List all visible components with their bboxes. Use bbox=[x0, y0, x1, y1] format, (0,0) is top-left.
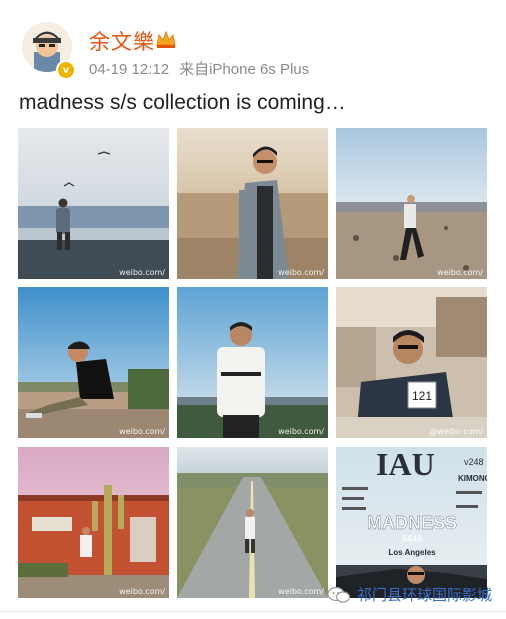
verified-badge-icon: v bbox=[56, 60, 76, 80]
photo-tile-1[interactable]: weibo.com/ bbox=[18, 128, 169, 279]
photo-watermark: weibo.com/ bbox=[119, 427, 165, 436]
photo-tile-4[interactable]: weibo.com/ bbox=[18, 287, 169, 438]
photo-tile-5[interactable]: weibo.com/ bbox=[177, 287, 328, 438]
table-number: 121 bbox=[412, 389, 432, 403]
photo-tile-8[interactable]: weibo.com/ bbox=[177, 447, 328, 598]
post-meta: 04-19 12:12 来自iPhone 6s Plus bbox=[89, 58, 309, 79]
photo-tile-2[interactable]: weibo.com/ bbox=[177, 128, 328, 279]
magazine-city: Los Angeles bbox=[388, 548, 436, 557]
divider bbox=[0, 611, 506, 612]
photo-watermark: weibo.com/ bbox=[278, 587, 324, 596]
magazine-issue: v248 bbox=[464, 457, 484, 467]
photo-watermark: weibo.com/ bbox=[278, 268, 324, 277]
photo-watermark: weibo.com/ bbox=[278, 427, 324, 436]
magazine-subhead: SS16 bbox=[402, 534, 422, 543]
footer-watermark: 祁门县环球国际影城 bbox=[327, 584, 492, 605]
photo-watermark: weibo.com/ bbox=[437, 268, 483, 277]
photo-tile-7[interactable]: weibo.com/ bbox=[18, 447, 169, 598]
photo-tile-6[interactable]: 121 @weibo.com/ bbox=[336, 287, 487, 438]
post-timestamp: 04-19 12:12 bbox=[89, 61, 170, 78]
photo-tile-9[interactable]: IAU v248 KIMONO MADNESS SS16 Los Angeles bbox=[336, 447, 487, 598]
post-text: madness s/s collection is coming… bbox=[19, 91, 346, 114]
wechat-icon bbox=[327, 586, 351, 603]
photo-watermark: weibo.com/ bbox=[119, 587, 165, 596]
photo-watermark: @weibo.com/ bbox=[429, 427, 483, 436]
username[interactable]: 余文樂 bbox=[89, 26, 155, 56]
magazine-masthead: IAU bbox=[376, 447, 435, 482]
magazine-side-label: KIMONO bbox=[458, 474, 487, 483]
footer-watermark-text: 祁门县环球国际影城 bbox=[356, 586, 492, 604]
weibo-post-card: v 余文樂 04-19 12:12 来自iPhone 6s Plus madnes… bbox=[0, 0, 506, 619]
crown-icon bbox=[156, 30, 176, 48]
magazine-headline: MADNESS bbox=[367, 513, 457, 533]
post-source[interactable]: 来自iPhone 6s Plus bbox=[179, 61, 309, 78]
photo-watermark: weibo.com/ bbox=[119, 268, 165, 277]
photo-tile-3[interactable]: weibo.com/ bbox=[336, 128, 487, 279]
